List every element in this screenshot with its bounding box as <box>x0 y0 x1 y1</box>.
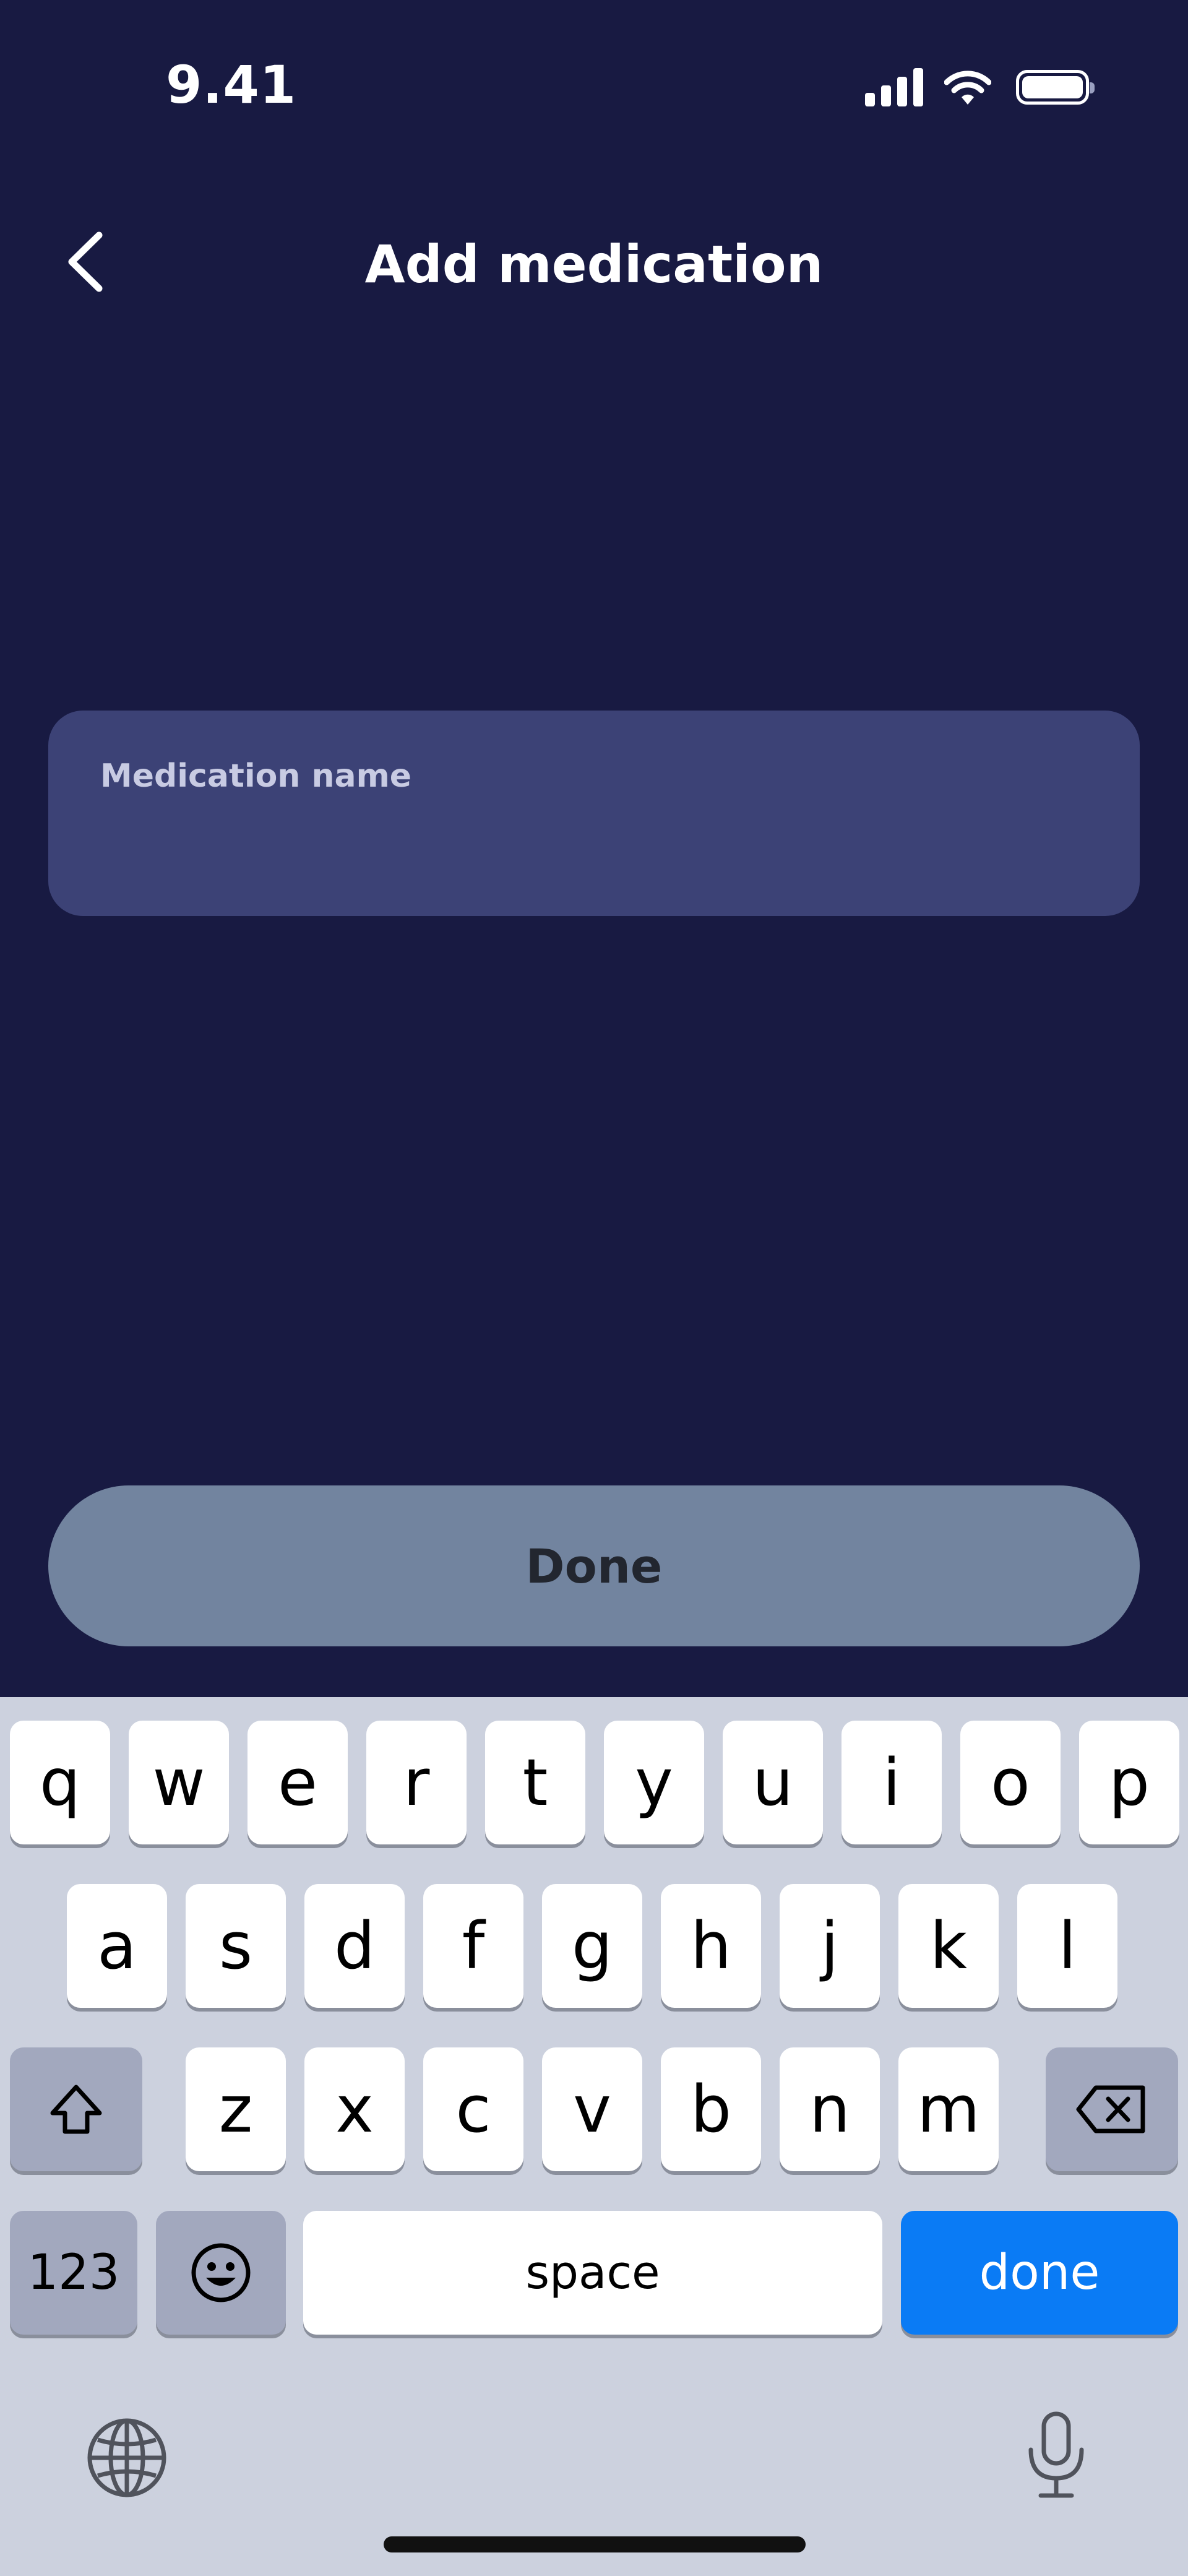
key-b[interactable]: b <box>661 2047 761 2171</box>
status-icons <box>865 68 1095 106</box>
key-s[interactable]: s <box>186 1884 286 2008</box>
key-z[interactable]: z <box>186 2047 286 2171</box>
status-time: 9.41 <box>166 54 297 115</box>
key-u[interactable]: u <box>723 1721 823 1844</box>
key-x[interactable]: x <box>304 2047 405 2171</box>
key-r[interactable]: r <box>366 1721 467 1844</box>
microphone-icon[interactable] <box>1022 2409 1090 2502</box>
key-f[interactable]: f <box>423 1884 523 2008</box>
shift-key[interactable] <box>10 2047 142 2171</box>
home-indicator <box>384 2536 806 2552</box>
key-g[interactable]: g <box>542 1884 642 2008</box>
key-v[interactable]: v <box>542 2047 642 2171</box>
medication-name-label: Medication name <box>100 758 412 795</box>
wifi-icon <box>944 71 991 105</box>
emoji-key[interactable] <box>156 2211 286 2335</box>
key-d[interactable]: d <box>304 1884 405 2008</box>
add-medication-screen: 9.41 Add medication Medication name Done… <box>0 0 1188 2576</box>
done-button[interactable]: Done <box>48 1485 1140 1646</box>
medication-name-field[interactable]: Medication name <box>48 711 1140 916</box>
cellular-signal-icon <box>865 68 923 106</box>
keyboard-done-key[interactable]: done <box>901 2211 1178 2335</box>
medication-name-input[interactable] <box>100 807 1088 850</box>
battery-icon <box>1016 70 1095 105</box>
key-q[interactable]: q <box>10 1721 110 1844</box>
key-i[interactable]: i <box>842 1721 942 1844</box>
key-a[interactable]: a <box>67 1884 167 2008</box>
key-m[interactable]: m <box>898 2047 999 2171</box>
key-e[interactable]: e <box>248 1721 348 1844</box>
emoji-icon <box>191 2243 251 2302</box>
key-k[interactable]: k <box>898 1884 999 2008</box>
space-key[interactable]: space <box>303 2211 882 2335</box>
key-t[interactable]: t <box>485 1721 585 1844</box>
key-c[interactable]: c <box>423 2047 523 2171</box>
backspace-icon <box>1076 2085 1145 2133</box>
key-j[interactable]: j <box>780 1884 880 2008</box>
key-l[interactable]: l <box>1017 1884 1117 2008</box>
shift-icon <box>50 2085 102 2134</box>
globe-icon[interactable] <box>85 2416 168 2499</box>
page-title: Add medication <box>364 234 824 295</box>
numbers-key[interactable]: 123 <box>10 2211 137 2335</box>
key-h[interactable]: h <box>661 1884 761 2008</box>
key-w[interactable]: w <box>129 1721 229 1844</box>
key-y[interactable]: y <box>604 1721 704 1844</box>
backspace-key[interactable] <box>1046 2047 1178 2171</box>
on-screen-keyboard: q w e r t y u i o p a s d f g h j k l z … <box>0 1697 1188 2576</box>
key-p[interactable]: p <box>1079 1721 1179 1844</box>
key-o[interactable]: o <box>960 1721 1061 1844</box>
key-n[interactable]: n <box>780 2047 880 2171</box>
